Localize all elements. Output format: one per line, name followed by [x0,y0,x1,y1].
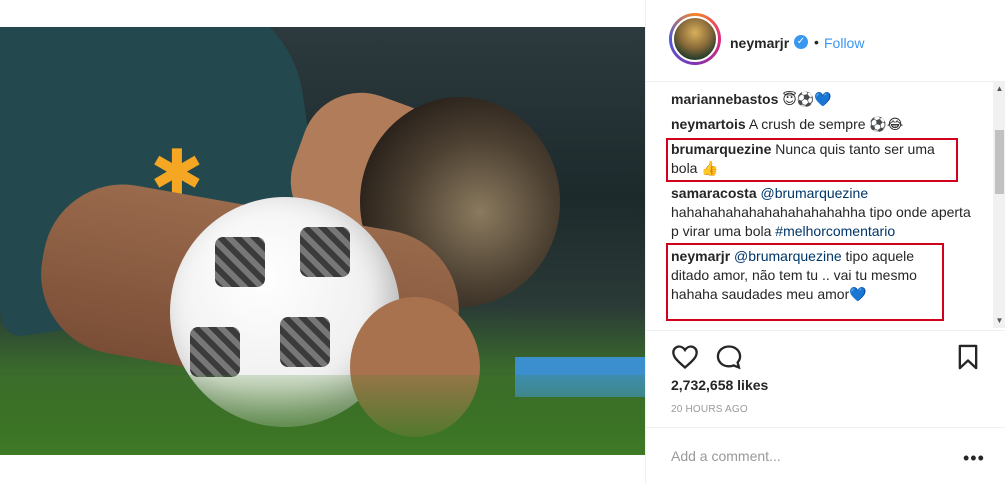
post-actions [646,330,1005,381]
scroll-down-arrow-icon[interactable]: ▼ [993,314,1005,328]
post-timestamp[interactable]: 20 HOURS AGO [671,404,748,415]
add-comment-bar: ••• [646,427,1005,484]
scroll-up-arrow-icon[interactable]: ▲ [993,82,1005,96]
comment-mention[interactable]: @brumarquezine [757,185,869,201]
photo-grass [0,375,645,455]
comment-user[interactable]: neymartois [671,116,746,132]
avatar-ring[interactable] [669,13,721,65]
comment-hashtag[interactable]: #melhorcomentario [775,223,895,239]
comments-list[interactable]: mariannebastos 😇⚽💙 neymartois A crush de… [646,82,994,328]
highlight-box [666,138,958,182]
scroll-thumb[interactable] [995,130,1004,194]
avatar[interactable] [672,16,718,62]
post-sidebar: neymarjr ✓ • Follow mariannebastos 😇⚽💙 n… [645,0,1005,483]
verified-icon: ✓ [794,35,808,49]
comment-user[interactable]: samaracosta [671,185,757,201]
post-header: neymarjr ✓ • Follow [646,0,1005,82]
comment-user[interactable]: mariannebastos [671,91,778,107]
bookmark-icon[interactable] [954,343,982,371]
comment-item: neymartois A crush de sempre ⚽😂 [671,115,971,134]
dot-separator: • [814,34,819,50]
comments-scrollbar[interactable]: ▲ ▼ [993,82,1005,328]
comment-text: A crush de sempre ⚽😂 [745,116,904,132]
comment-text: 😇⚽💙 [778,91,832,107]
heart-icon[interactable] [671,343,699,371]
follow-button[interactable]: Follow [824,35,864,51]
comment-item: samaracosta @brumarquezine hahahahahahah… [671,184,971,241]
comment-icon[interactable] [715,343,743,371]
post-photo[interactable]: ✱ [0,27,645,455]
author-username[interactable]: neymarjr [730,35,789,51]
comment-input[interactable] [671,445,941,467]
post-image-area: ✱ [0,0,645,483]
more-icon[interactable]: ••• [963,448,985,469]
highlight-box [666,243,944,321]
likes-count[interactable]: 2,732,658 likes [671,377,768,393]
comment-item: mariannebastos 😇⚽💙 [671,90,971,109]
